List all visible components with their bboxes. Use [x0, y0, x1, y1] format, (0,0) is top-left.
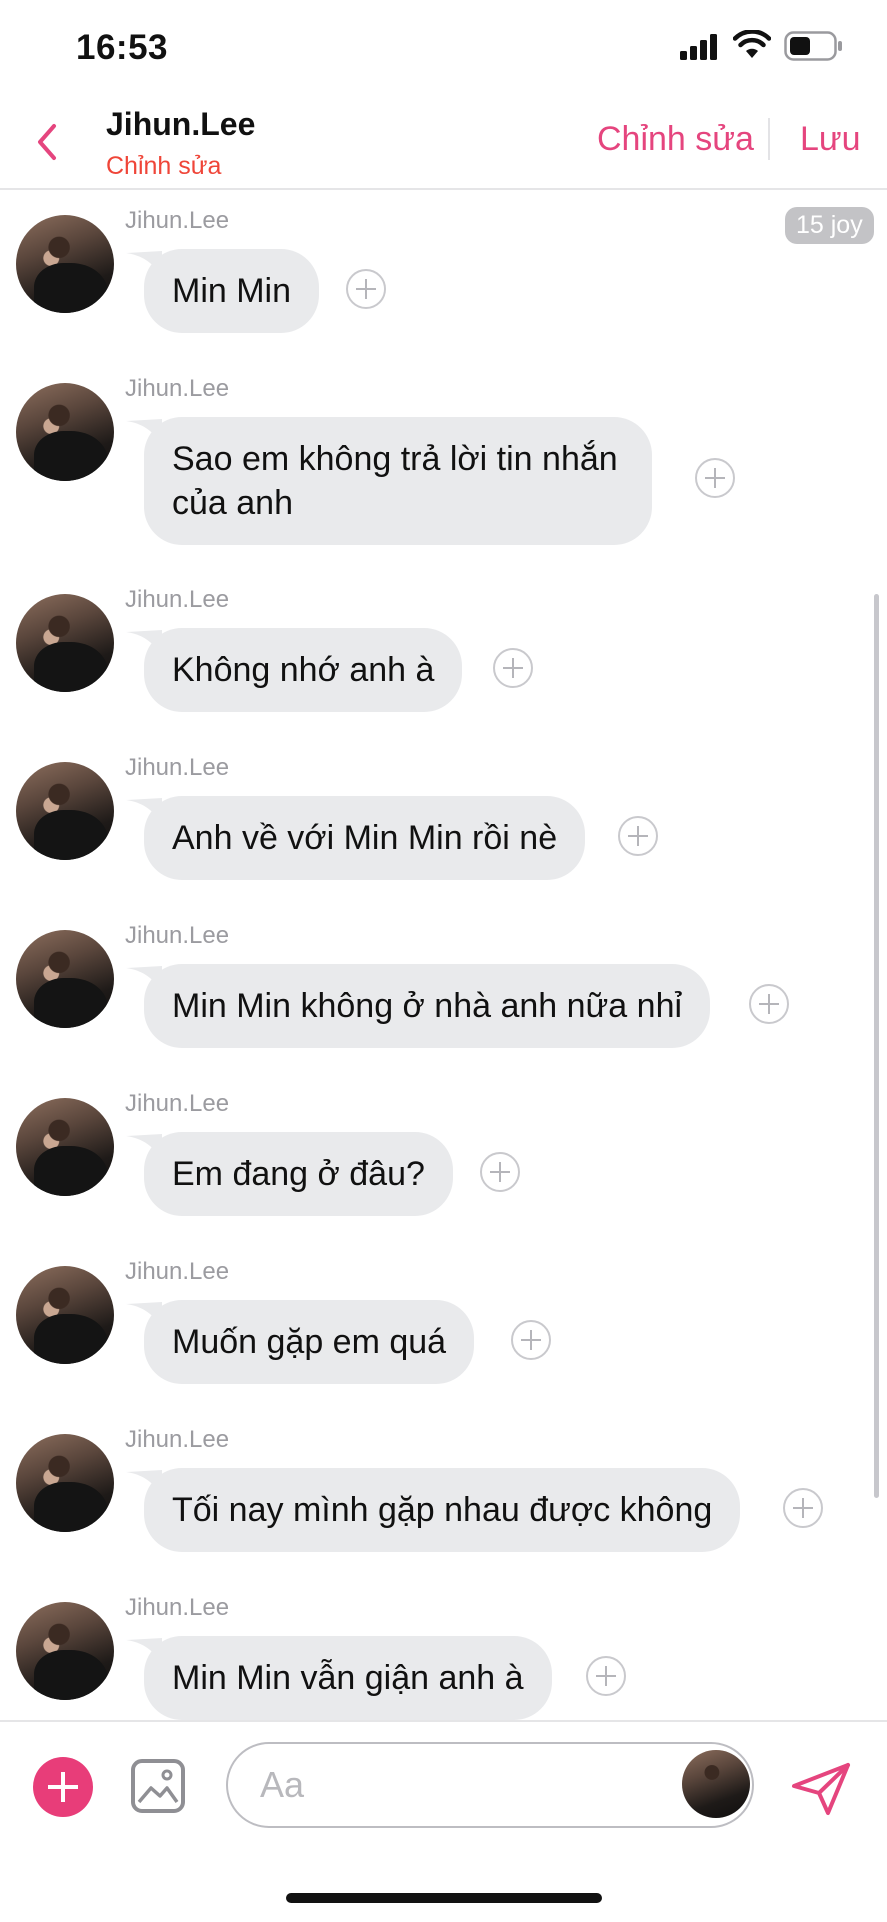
avatar[interactable] — [16, 594, 114, 692]
message-row: Jihun.Lee Không nhớ anh à — [0, 586, 887, 754]
status-time: 16:53 — [76, 28, 169, 67]
sender-name: Jihun.Lee — [125, 1426, 230, 1453]
message-bubble[interactable]: Min Min vẫn giận anh à — [144, 1636, 552, 1720]
header-divider — [768, 118, 770, 160]
cellular-signal-icon — [680, 34, 717, 60]
chat-subtitle: Chỉnh sửa — [106, 152, 222, 180]
battery-icon — [784, 31, 842, 61]
sender-name: Jihun.Lee — [125, 1594, 230, 1621]
home-indicator[interactable] — [286, 1893, 602, 1903]
message-row: Jihun.Lee Tối nay mình gặp nhau được khô… — [0, 1426, 887, 1594]
add-reaction-button[interactable] — [618, 816, 658, 856]
send-icon[interactable] — [790, 1762, 852, 1816]
message-input-wrapper — [226, 1742, 754, 1828]
back-chevron-icon[interactable] — [30, 120, 64, 164]
message-composer — [0, 1720, 887, 1922]
message-bubble[interactable]: Sao em không trả lời tin nhắn của anh — [144, 417, 652, 545]
sender-name: Jihun.Lee — [125, 1258, 230, 1285]
avatar[interactable] — [16, 215, 114, 313]
add-attachment-button[interactable] — [33, 1757, 93, 1817]
message-row: Jihun.Lee Anh về với Min Min rồi nè — [0, 754, 887, 922]
message-row: Jihun.Lee Min Min không ở nhà anh nữa nh… — [0, 922, 887, 1090]
edit-button[interactable]: Chỉnh sửa — [597, 120, 754, 159]
avatar[interactable] — [16, 1602, 114, 1700]
sender-name: Jihun.Lee — [125, 207, 230, 234]
add-reaction-button[interactable] — [480, 1152, 520, 1192]
avatar[interactable] — [16, 383, 114, 481]
avatar[interactable] — [16, 1434, 114, 1532]
add-reaction-button[interactable] — [493, 648, 533, 688]
avatar[interactable] — [16, 762, 114, 860]
add-reaction-button[interactable] — [586, 1656, 626, 1696]
sender-name: Jihun.Lee — [125, 375, 230, 402]
image-icon[interactable] — [130, 1758, 186, 1814]
message-row: Jihun.Lee Em đang ở đâu? — [0, 1090, 887, 1258]
avatar[interactable] — [682, 1750, 750, 1818]
sender-name: Jihun.Lee — [125, 754, 230, 781]
add-reaction-button[interactable] — [783, 1488, 823, 1528]
sender-name: Jihun.Lee — [125, 922, 230, 949]
add-reaction-button[interactable] — [511, 1320, 551, 1360]
add-reaction-button[interactable] — [346, 269, 386, 309]
sender-name: Jihun.Lee — [125, 1090, 230, 1117]
scrollbar[interactable] — [874, 594, 879, 1498]
add-reaction-button[interactable] — [749, 984, 789, 1024]
message-input[interactable] — [258, 1762, 642, 1808]
save-button[interactable]: Lưu — [800, 120, 861, 159]
avatar[interactable] — [16, 930, 114, 1028]
message-bubble[interactable]: Tối nay mình gặp nhau được không — [144, 1468, 741, 1552]
sender-name: Jihun.Lee — [125, 586, 230, 613]
message-row: Jihun.Lee Muốn gặp em quá — [0, 1258, 887, 1426]
avatar[interactable] — [16, 1098, 114, 1196]
message-bubble[interactable]: Anh về với Min Min rồi nè — [144, 796, 586, 880]
chat-title: Jihun.Lee — [106, 106, 256, 142]
message-bubble[interactable]: Min Min — [144, 249, 320, 333]
message-bubble[interactable]: Muốn gặp em quá — [144, 1300, 475, 1384]
message-row: Jihun.Lee Min Min — [0, 207, 887, 375]
message-row: Jihun.Lee Min Min vẫn giận anh à — [0, 1594, 887, 1720]
add-reaction-button[interactable] — [695, 458, 735, 498]
avatar[interactable] — [16, 1266, 114, 1364]
message-row: Jihun.Lee Sao em không trả lời tin nhắn … — [0, 375, 887, 545]
message-bubble[interactable]: Không nhớ anh à — [144, 628, 463, 712]
chat-header: Jihun.Lee Chỉnh sửa Chỉnh sửa Lưu — [0, 96, 887, 190]
message-bubble[interactable]: Min Min không ở nhà anh nữa nhỉ — [144, 964, 711, 1048]
wifi-icon — [733, 30, 771, 58]
status-bar: 16:53 — [0, 0, 887, 96]
message-bubble[interactable]: Em đang ở đâu? — [144, 1132, 453, 1216]
